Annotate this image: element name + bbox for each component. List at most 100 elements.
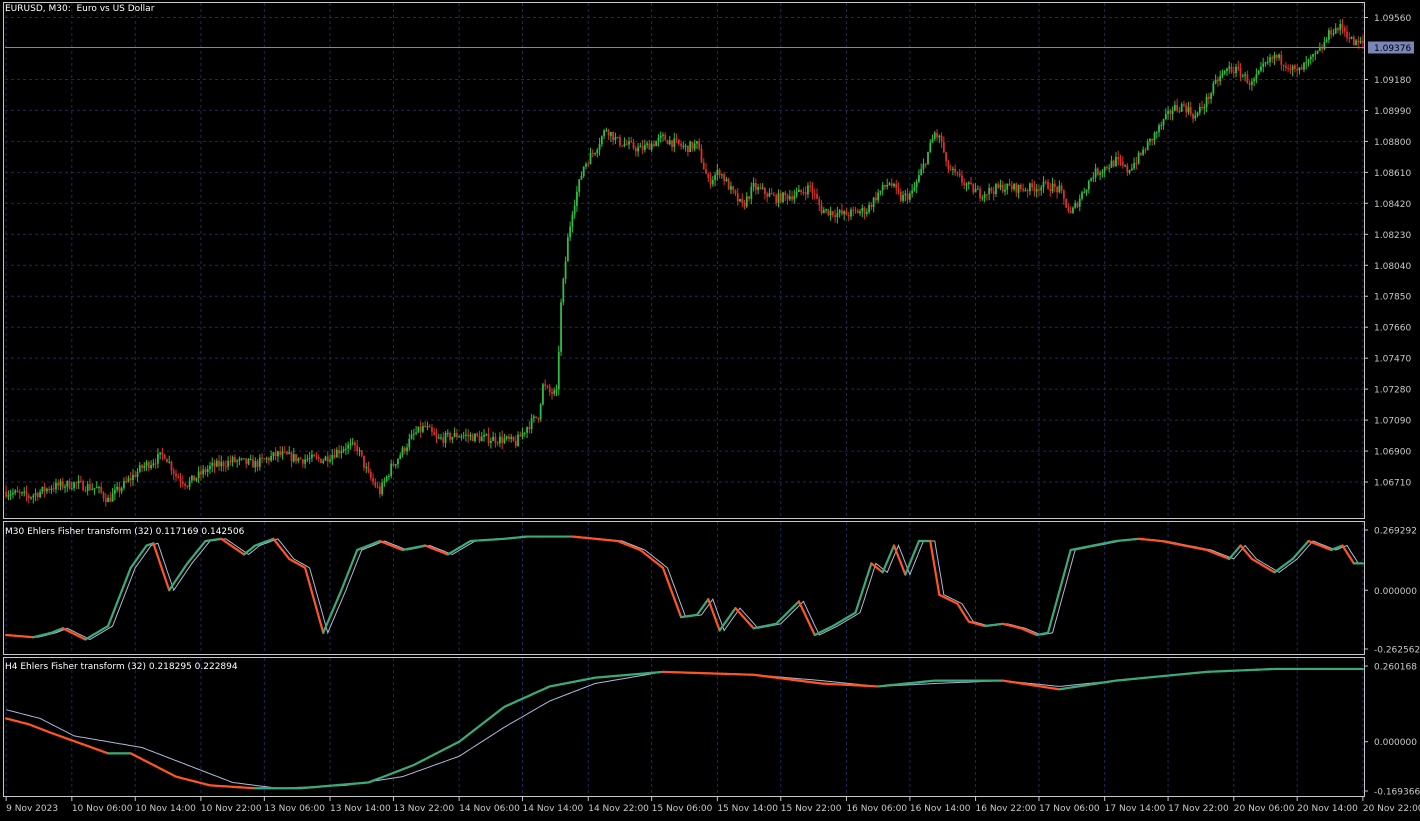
candle-body	[267, 458, 270, 461]
candle-body	[474, 433, 476, 442]
candle-body	[451, 436, 454, 440]
candle-body	[988, 188, 991, 195]
candle-body	[902, 195, 904, 201]
candle-body	[249, 459, 252, 461]
candle-body	[238, 458, 241, 461]
candle-body	[723, 174, 726, 182]
candle-body	[1081, 192, 1083, 199]
candle-body	[1323, 41, 1326, 50]
candle-body	[41, 486, 44, 492]
candle-body	[95, 487, 98, 489]
candle-body	[315, 456, 318, 458]
candle-body	[104, 498, 107, 503]
candle-body	[818, 198, 821, 205]
candle-body	[125, 480, 128, 482]
candle-body	[1004, 189, 1006, 192]
candle-body	[1110, 160, 1113, 168]
candle-body	[868, 204, 870, 213]
fisher-line-segment	[317, 615, 323, 626]
candle-body	[256, 461, 259, 467]
candle-body	[138, 465, 141, 472]
candle-body	[1044, 181, 1047, 183]
candle-body	[908, 193, 911, 200]
candle-body	[406, 447, 408, 452]
candle-body	[750, 186, 753, 199]
candle-body	[356, 445, 359, 452]
candle-body	[1001, 184, 1004, 192]
candle-body	[1232, 71, 1235, 74]
candle-body	[100, 486, 103, 493]
candle-body	[519, 434, 522, 437]
y-tick-label: 1.06710	[1374, 479, 1411, 489]
candle-body	[680, 143, 683, 147]
x-tick-label: 17 Nov 22:00	[1168, 804, 1229, 814]
trading-chart[interactable]: 1.09560 1.09180 1.08990 1.08800 1.08610 1.084…	[0, 0, 1420, 821]
price-axis[interactable]: 1.09560 1.09180 1.08990 1.08800 1.08610 1.084…	[1364, 14, 1420, 798]
candle-body	[967, 182, 970, 185]
candle-body	[1194, 115, 1197, 119]
candle-body	[190, 475, 193, 481]
candle-body	[163, 454, 166, 459]
candle-body	[471, 434, 474, 442]
candle-body	[1212, 83, 1215, 94]
candle-body	[34, 493, 37, 496]
candle-body	[340, 451, 343, 454]
candle-body	[265, 458, 268, 460]
candle-body	[496, 442, 499, 444]
candle-body	[365, 466, 368, 468]
candle-body	[134, 474, 137, 477]
candle-body	[1017, 185, 1020, 193]
candle-body	[836, 212, 839, 218]
candle-body	[811, 186, 814, 194]
candle-body	[508, 436, 510, 440]
candle-body	[1124, 165, 1126, 167]
candle-body	[646, 143, 649, 145]
candle-body	[958, 173, 961, 176]
candle-body	[272, 452, 275, 456]
candle-body	[304, 459, 307, 464]
candle-body	[585, 163, 587, 167]
candle-body	[1103, 166, 1106, 172]
candle-body	[983, 194, 986, 198]
candle-body	[120, 487, 123, 492]
y-tick-label: 1.07660	[1374, 324, 1411, 334]
candle-body	[367, 466, 370, 472]
candle-body	[684, 145, 687, 147]
candle-body	[865, 212, 868, 214]
candle-body	[206, 469, 209, 473]
candle-body	[43, 486, 46, 492]
candle-body	[7, 495, 10, 497]
candle-body	[784, 192, 787, 196]
candle-body	[915, 181, 918, 188]
current-price-label: 1.09376	[1374, 44, 1411, 54]
candle-body	[874, 197, 877, 201]
y-tick-label: 1.07470	[1374, 355, 1411, 365]
candle-body	[918, 175, 920, 182]
candle-body	[976, 188, 979, 190]
candle-body	[1271, 57, 1274, 59]
candle-body	[745, 196, 748, 207]
candle-body	[1217, 79, 1219, 82]
time-axis[interactable]: 9 Nov 2023 10 Nov 06:00 10 Nov 14:00 10 Nov…	[5, 797, 1420, 814]
candle-body	[25, 491, 28, 496]
fisher-line-segment	[854, 604, 859, 614]
candle-body	[788, 196, 791, 200]
candle-body	[1348, 37, 1351, 39]
candle-body	[311, 454, 313, 459]
fisher-line-segment	[865, 569, 871, 579]
candle-body	[535, 416, 538, 418]
candle-body	[435, 435, 438, 438]
candle-body	[995, 184, 997, 195]
candle-body	[376, 486, 379, 488]
candle-body	[107, 497, 109, 503]
candle-body	[648, 143, 651, 150]
x-tick-label: 13 Nov 14:00	[330, 804, 391, 814]
candle-body	[1024, 190, 1027, 192]
candle-body	[863, 207, 866, 214]
fisher-line-segment	[929, 539, 934, 556]
candle-body	[59, 481, 62, 486]
candle-body	[354, 442, 356, 446]
candle-body	[555, 389, 558, 391]
candle-body	[73, 482, 75, 489]
candle-body	[421, 426, 424, 432]
